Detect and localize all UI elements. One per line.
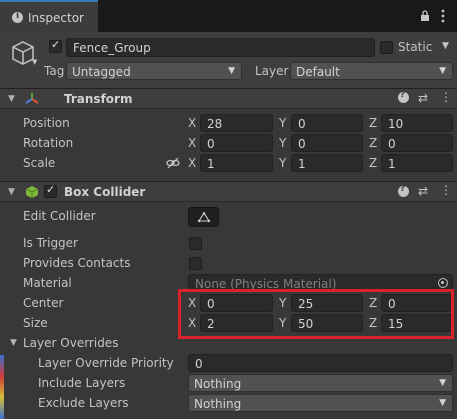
info-icon: i bbox=[12, 11, 23, 23]
help-icon[interactable]: ? bbox=[398, 90, 409, 103]
position-x-axis[interactable]: X bbox=[188, 116, 196, 130]
layer-label: Layer bbox=[255, 64, 289, 78]
presets-icon[interactable]: ⇄ bbox=[418, 91, 428, 105]
provides-contacts-label: Provides Contacts bbox=[23, 256, 131, 270]
position-z-axis[interactable]: Z bbox=[369, 116, 377, 130]
edit-collider-label: Edit Collider bbox=[23, 209, 96, 223]
rotation-z-axis[interactable]: Z bbox=[369, 136, 377, 150]
edit-collider-button[interactable] bbox=[188, 207, 219, 227]
presets-icon[interactable]: ⇄ bbox=[418, 184, 428, 198]
box-collider-title: Box Collider bbox=[64, 185, 146, 199]
static-dropdown-arrow[interactable]: ▼ bbox=[442, 41, 449, 51]
gameobject-icon-dropdown-arrow[interactable]: ▼ bbox=[32, 58, 37, 66]
component-menu-icon[interactable]: ⋮ bbox=[440, 183, 452, 197]
layer-dropdown[interactable]: Default ▼ bbox=[290, 62, 453, 80]
exclude-layers-label: Exclude Layers bbox=[38, 396, 129, 410]
kebab-menu-icon[interactable] bbox=[441, 9, 445, 23]
rotation-y-axis[interactable]: Y bbox=[279, 136, 286, 150]
size-label: Size bbox=[23, 316, 48, 330]
rotation-x-field[interactable]: 0 bbox=[200, 134, 273, 152]
box-collider-header[interactable]: ▼ ✓ Box Collider ? ⇄ ⋮ bbox=[0, 181, 457, 202]
active-checkbox[interactable]: ✓ bbox=[49, 38, 62, 53]
position-y-field[interactable]: 0 bbox=[291, 114, 363, 132]
include-layers-label: Include Layers bbox=[38, 376, 126, 390]
component-menu-icon[interactable]: ⋮ bbox=[440, 90, 452, 104]
scale-z-field[interactable]: 1 bbox=[381, 154, 453, 172]
layer-override-priority-field[interactable]: 0 bbox=[188, 354, 453, 372]
object-picker-icon[interactable] bbox=[438, 278, 448, 288]
constrain-proportions-link-icon[interactable] bbox=[166, 157, 180, 169]
material-label: Material bbox=[23, 276, 72, 290]
foldout-arrow-icon[interactable]: ▼ bbox=[8, 94, 15, 104]
static-label: Static bbox=[398, 40, 433, 54]
include-layers-dropdown[interactable]: Nothing ▼ bbox=[188, 374, 453, 392]
scale-label: Scale bbox=[23, 156, 56, 170]
lock-icon[interactable] bbox=[420, 10, 430, 21]
rotation-y-field[interactable]: 0 bbox=[291, 134, 363, 152]
position-label: Position bbox=[23, 116, 70, 130]
position-z-field[interactable]: 10 bbox=[381, 114, 453, 132]
scale-z-axis[interactable]: Z bbox=[369, 156, 377, 170]
transform-icon bbox=[25, 92, 39, 106]
highlight-box bbox=[178, 289, 454, 339]
layer-overrides-label[interactable]: Layer Overrides bbox=[23, 336, 118, 350]
scale-y-field[interactable]: 1 bbox=[291, 154, 363, 172]
tab-inspector[interactable]: i Inspector bbox=[0, 0, 98, 32]
position-x-field[interactable]: 28 bbox=[200, 114, 273, 132]
position-y-axis[interactable]: Y bbox=[279, 116, 286, 130]
scale-x-field[interactable]: 1 bbox=[200, 154, 273, 172]
provides-contacts-checkbox[interactable] bbox=[189, 257, 202, 270]
static-checkbox[interactable] bbox=[380, 41, 393, 54]
tab-title: Inspector bbox=[28, 11, 84, 25]
tag-label: Tag bbox=[44, 64, 65, 78]
exclude-layers-dropdown[interactable]: Nothing ▼ bbox=[188, 394, 453, 412]
edit-bounds-icon bbox=[197, 211, 211, 223]
scale-y-axis[interactable]: Y bbox=[279, 156, 286, 170]
rotation-x-axis[interactable]: X bbox=[188, 136, 196, 150]
box-collider-icon bbox=[25, 185, 39, 199]
rotation-label: Rotation bbox=[23, 136, 74, 150]
object-name-field[interactable]: Fence_Group bbox=[66, 38, 375, 57]
rotation-z-field[interactable]: 0 bbox=[381, 134, 453, 152]
is-trigger-checkbox[interactable] bbox=[189, 237, 202, 250]
help-icon[interactable]: ? bbox=[398, 184, 409, 197]
transform-header[interactable]: ▼ Transform ? ⇄ ⋮ bbox=[0, 88, 457, 109]
scale-x-axis[interactable]: X bbox=[188, 156, 196, 170]
tag-dropdown[interactable]: Untagged ▼ bbox=[66, 62, 242, 80]
center-label: Center bbox=[23, 296, 64, 310]
layer-overrides-foldout-arrow-icon[interactable]: ▼ bbox=[10, 338, 17, 348]
box-collider-enabled-checkbox[interactable]: ✓ bbox=[44, 183, 57, 198]
layer-override-priority-label: Layer Override Priority bbox=[38, 356, 174, 370]
transform-title: Transform bbox=[64, 92, 133, 106]
scene-view-edge bbox=[0, 355, 4, 419]
foldout-arrow-icon[interactable]: ▼ bbox=[8, 187, 15, 197]
is-trigger-label: Is Trigger bbox=[23, 236, 78, 250]
